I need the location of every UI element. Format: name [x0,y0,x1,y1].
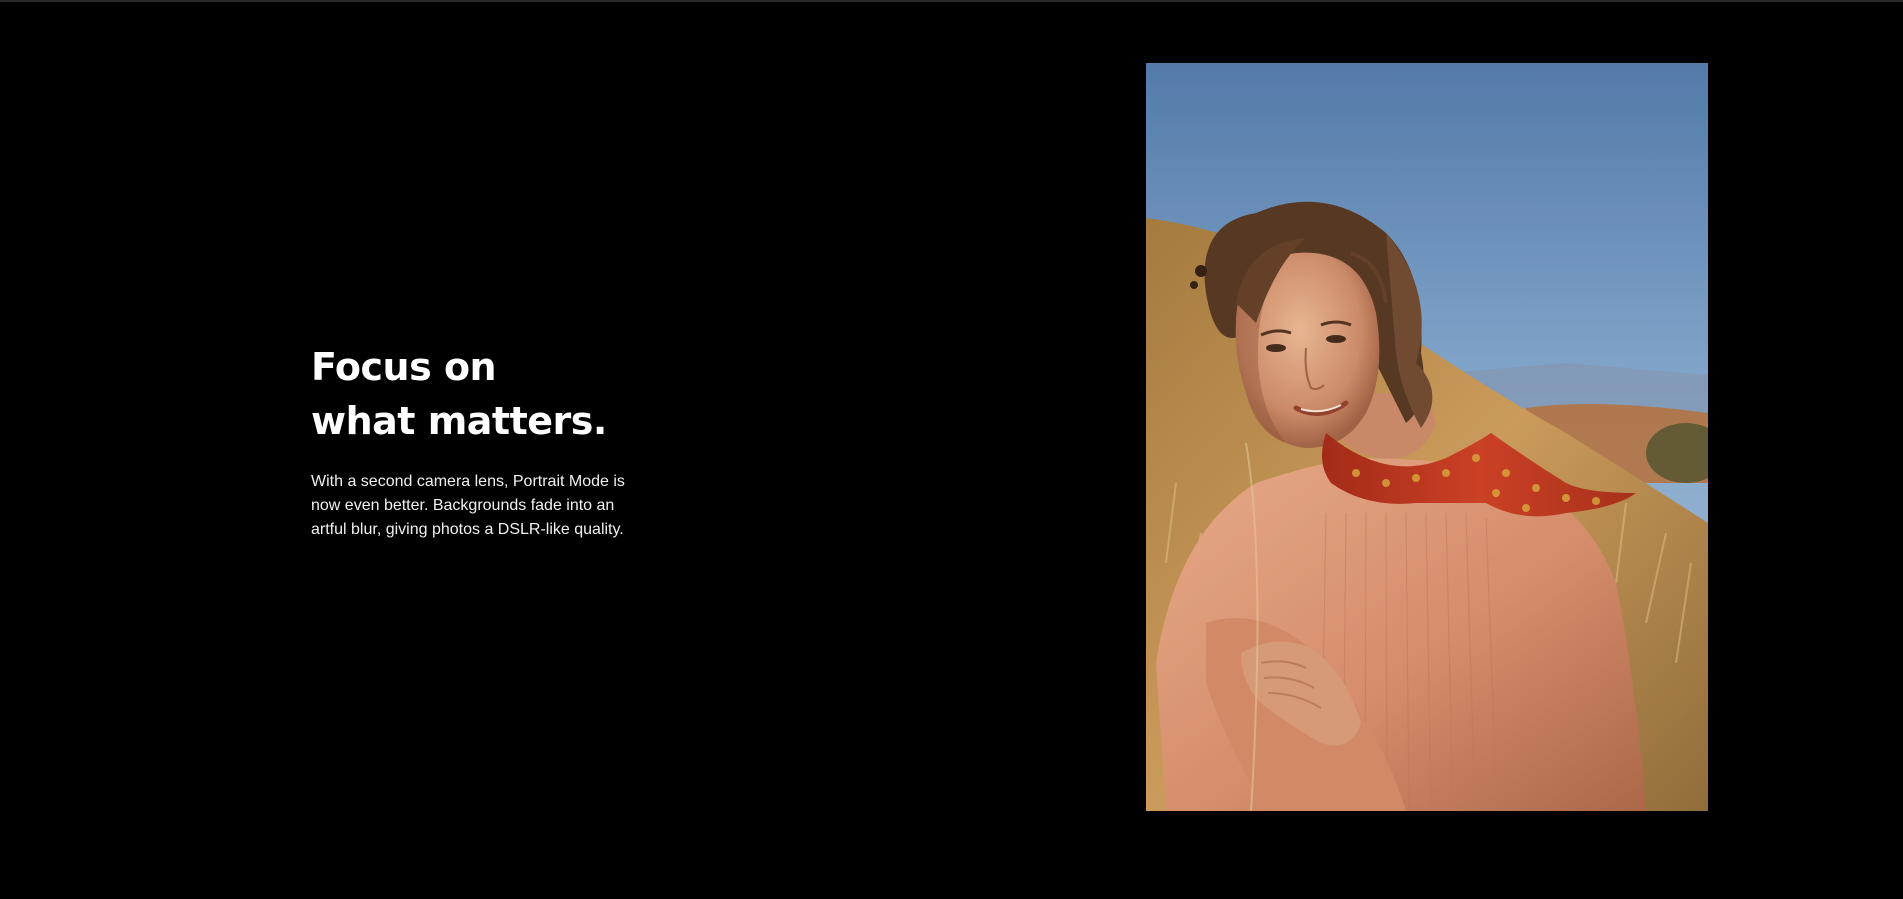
feature-copy: Focus on what matters. With a second cam… [311,340,671,542]
feature-headline: Focus on what matters. [311,340,671,448]
top-divider [0,0,1903,2]
headline-line-2: what matters. [311,399,607,443]
portrait-mode-section: Focus on what matters. With a second cam… [0,0,1903,899]
headline-line-1: Focus on [311,345,497,389]
feature-description: With a second camera lens, Portrait Mode… [311,473,625,538]
portrait-photo [1146,63,1708,811]
